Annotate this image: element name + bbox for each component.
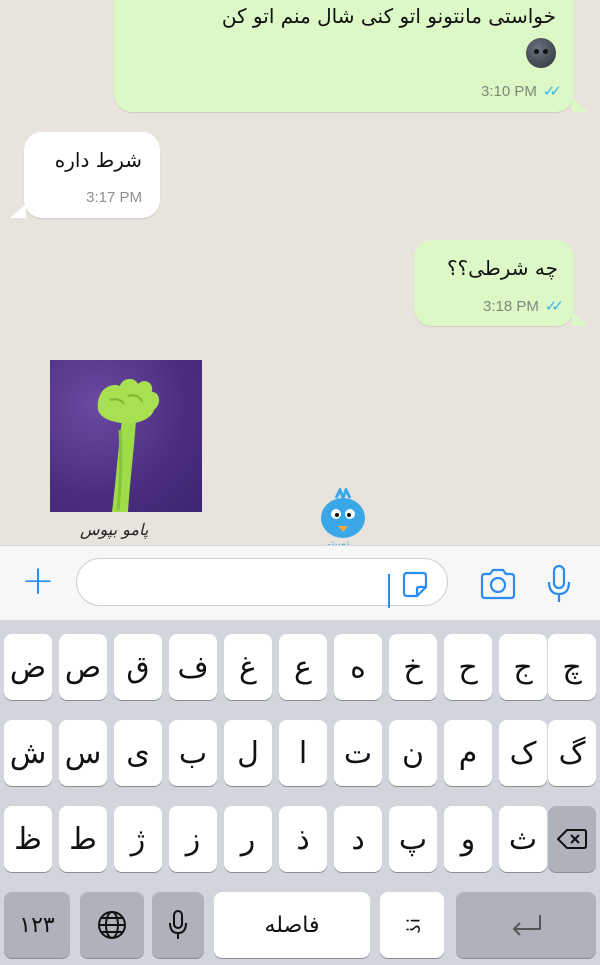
message-text: شرط داره bbox=[54, 148, 142, 172]
numbers-key[interactable]: ۱۲۳ bbox=[4, 892, 70, 958]
read-ticks-icon: ✓✓ bbox=[542, 83, 562, 100]
backspace-key[interactable] bbox=[548, 806, 596, 872]
key[interactable]: چ bbox=[548, 634, 596, 700]
message-time: 3:10 PM bbox=[480, 83, 537, 100]
key[interactable]: ض bbox=[4, 634, 52, 700]
bubble-tail bbox=[10, 204, 26, 218]
outgoing-message[interactable]: چه شرطی؟؟ 3:18 PM ✓✓ bbox=[414, 240, 574, 326]
key[interactable]: ذ bbox=[279, 806, 327, 872]
key[interactable]: د bbox=[334, 806, 382, 872]
key[interactable]: ف bbox=[169, 634, 217, 700]
face-emoji-icon bbox=[526, 38, 556, 68]
message-text: خواستی مانتونو اتو کنی شال منم اتو کن bbox=[221, 4, 556, 28]
key[interactable]: ق bbox=[114, 634, 162, 700]
microphone-icon[interactable] bbox=[546, 564, 572, 604]
globe-key[interactable] bbox=[80, 892, 144, 958]
key[interactable]: ح bbox=[444, 634, 492, 700]
keyboard: ض ص ق ف غ ع ه خ ح ج چ ش س ی ب ل ا ت ن م … bbox=[0, 620, 600, 965]
key[interactable]: و bbox=[444, 806, 492, 872]
key[interactable]: گ bbox=[548, 720, 596, 786]
key[interactable]: ل bbox=[224, 720, 272, 786]
key[interactable]: ظ bbox=[4, 806, 52, 872]
key[interactable]: ک bbox=[499, 720, 547, 786]
key[interactable]: ج bbox=[499, 634, 547, 700]
attach-plus-icon[interactable]: + bbox=[20, 561, 56, 601]
message-meta: 3:18 PM ✓✓ bbox=[482, 297, 564, 315]
key[interactable]: س bbox=[59, 720, 107, 786]
key[interactable]: ع bbox=[279, 634, 327, 700]
watermark-text: توییتی bbox=[322, 537, 350, 545]
key[interactable]: ص bbox=[59, 634, 107, 700]
key[interactable]: ر bbox=[224, 806, 272, 872]
key[interactable]: ژ bbox=[114, 806, 162, 872]
bubble-tail bbox=[572, 312, 588, 326]
message-time: 3:18 PM bbox=[482, 298, 539, 315]
key[interactable]: ز bbox=[169, 806, 217, 872]
key[interactable]: غ bbox=[224, 634, 272, 700]
key[interactable]: ی bbox=[114, 720, 162, 786]
bubble-tail bbox=[572, 98, 588, 112]
punctuation-key[interactable]: ؟! bbox=[380, 892, 444, 958]
chat-area[interactable]: خواستی مانتونو اتو کنی شال منم اتو کن 3:… bbox=[0, 0, 600, 545]
key[interactable]: پ bbox=[389, 806, 437, 872]
key[interactable]: ا bbox=[279, 720, 327, 786]
globe-icon bbox=[98, 911, 126, 939]
text-cursor bbox=[388, 574, 390, 608]
message-time: 3:17 PM bbox=[86, 189, 142, 206]
key[interactable]: ن bbox=[389, 720, 437, 786]
key[interactable]: ب bbox=[169, 720, 217, 786]
message-input[interactable] bbox=[76, 558, 448, 606]
microphone-icon bbox=[169, 910, 187, 939]
incoming-message[interactable]: شرط داره 3:17 PM bbox=[24, 132, 160, 218]
message-input-bar: + bbox=[0, 545, 600, 621]
key[interactable]: م bbox=[444, 720, 492, 786]
dictation-key[interactable] bbox=[152, 892, 204, 958]
message-text: چه شرطی؟؟ bbox=[446, 256, 558, 280]
message-meta: 3:10 PM ✓✓ bbox=[480, 82, 562, 100]
sticker-icon[interactable] bbox=[400, 570, 430, 600]
key[interactable]: ث bbox=[499, 806, 547, 872]
backspace-icon bbox=[557, 829, 587, 849]
key[interactable]: ش bbox=[4, 720, 52, 786]
return-key[interactable] bbox=[456, 892, 596, 958]
key[interactable]: ه bbox=[334, 634, 382, 700]
outgoing-message[interactable]: خواستی مانتونو اتو کنی شال منم اتو کن 3:… bbox=[114, 0, 574, 112]
bird-watermark-icon bbox=[321, 488, 365, 538]
space-key[interactable]: فاصله bbox=[214, 892, 370, 958]
key[interactable]: ط bbox=[59, 806, 107, 872]
sticker-caption: پامو بپوس bbox=[80, 520, 149, 539]
key[interactable]: ت bbox=[334, 720, 382, 786]
key[interactable]: خ bbox=[389, 634, 437, 700]
sticker-image[interactable] bbox=[50, 360, 202, 512]
read-ticks-icon: ✓✓ bbox=[544, 298, 564, 315]
return-icon bbox=[512, 915, 541, 936]
green-hand-sticker-icon bbox=[97, 378, 160, 512]
camera-icon[interactable] bbox=[478, 568, 518, 600]
